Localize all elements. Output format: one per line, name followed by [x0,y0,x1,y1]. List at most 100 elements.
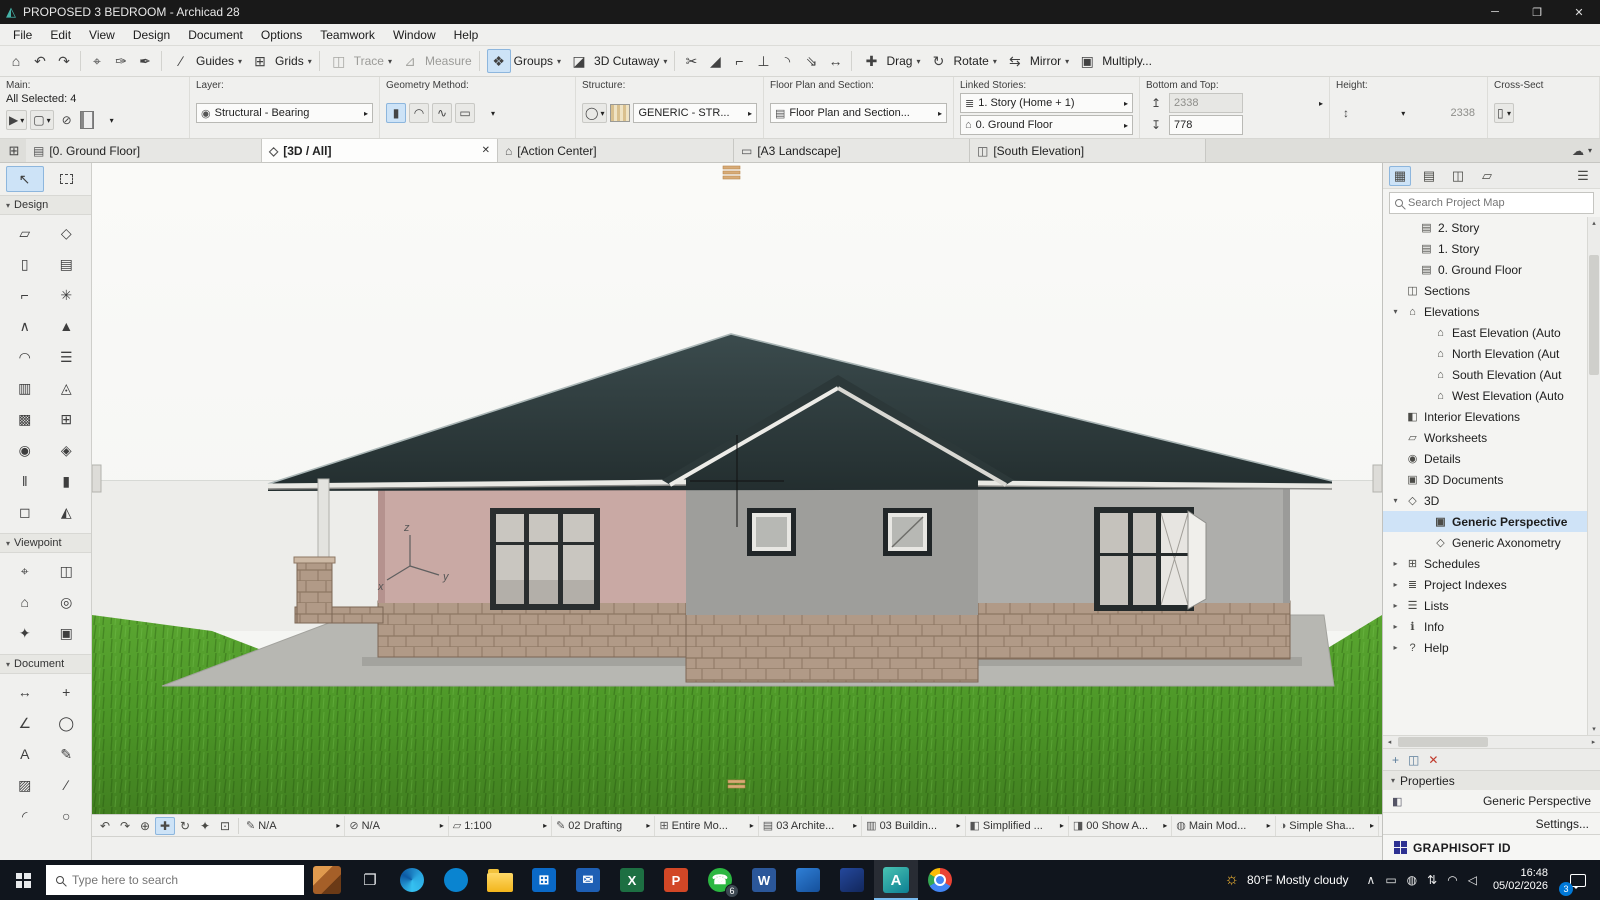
arc-tool[interactable]: ◜ [6,803,44,829]
menu-design[interactable]: Design [124,24,179,45]
quad-view-icon[interactable]: ⊞ [2,139,26,162]
taskbar-clock[interactable]: 16:48 05/02/2026 [1485,867,1556,893]
tree-item-south-elevation[interactable]: ⌂South Elevation (Aut [1383,364,1587,385]
cross-section-button[interactable]: ▯▾ [1494,103,1514,123]
menu-edit[interactable]: Edit [41,24,80,45]
teamwork-cloud-icon[interactable]: ☁ [1572,144,1584,158]
chevron-down-icon[interactable]: ▾ [1065,57,1069,66]
railing-tool[interactable]: ‖ [6,468,44,494]
weather-widget[interactable]: ☼ 80°F Mostly cloudy [1214,871,1358,889]
roof-tool[interactable]: ∧ [6,313,44,339]
grids-button[interactable]: ⊞ Grids ▾ [245,49,315,73]
tree-item-north-elevation[interactable]: ⌂North Elevation (Aut [1383,343,1587,364]
scrollbar-thumb[interactable] [1589,255,1599,375]
beam-tool[interactable]: ⌐ [6,282,44,308]
chevron-down-icon[interactable]: ▾ [388,57,392,66]
curtain-wall-tool[interactable]: ▥ [6,375,44,401]
shell-tool[interactable]: ◠ [6,344,44,370]
skylight-tool[interactable]: ◈ [47,437,85,463]
tree-item-elevations[interactable]: ▾⌂Elevations [1383,301,1587,322]
intersect-icon[interactable]: ⊥ [751,49,775,73]
layout-book-icon[interactable]: ◫ [1447,166,1469,186]
tree-item-east-elevation[interactable]: ⌂East Elevation (Auto [1383,322,1587,343]
tray-chevron-icon[interactable]: ∧ [1367,873,1376,887]
right-edge-handle[interactable] [1373,465,1382,492]
fill-tool[interactable]: ▨ [6,772,44,798]
tab-3d-all[interactable]: ◇ [3D / All] ✕ [262,139,498,162]
opening-tool[interactable]: ◻ [6,499,44,525]
orientation-selector[interactable]: ⊘ N/A ▸ [345,816,448,836]
add-viewpoint-icon[interactable]: + [1392,753,1399,767]
marquee-tool[interactable] [48,166,86,192]
tree-item-info[interactable]: ▸ℹInfo [1383,616,1587,637]
inject-parameters-icon[interactable]: ✒ [133,49,157,73]
resize-icon[interactable]: ⇘ [799,49,823,73]
zoom-level-selector[interactable]: ✎ N/A ▸ [242,816,345,836]
chevron-down-icon[interactable]: ▾ [663,57,667,66]
pinned-app-icon-2[interactable] [830,860,874,900]
top-cutaway-grip[interactable] [723,166,740,179]
column-tool[interactable]: ▮ [47,468,85,494]
project-home-icon[interactable]: ⌂ [4,49,28,73]
dimension-tool[interactable]: ↔ [6,679,44,705]
archicad-taskbar-icon[interactable]: A [874,860,918,900]
no-favorite-icon[interactable]: ⊘ [57,110,77,130]
fill-preview-icon[interactable] [610,104,630,122]
mail-icon[interactable]: ✉ [566,860,610,900]
maximize-button[interactable]: ❐ [1516,0,1558,24]
chevron-down-icon[interactable]: ▾ [557,57,561,66]
redo-icon[interactable]: ↷ [52,49,76,73]
menu-options[interactable]: Options [252,24,311,45]
tree-item-west-elevation[interactable]: ⌂West Elevation (Auto [1383,385,1587,406]
volume-icon[interactable]: ◁ [1468,873,1477,887]
tree-item-worksheets[interactable]: ▱Worksheets [1383,427,1587,448]
multiply-button[interactable]: ▣ Multiply... [1072,49,1155,73]
tree-item-sections[interactable]: ◫Sections [1383,280,1587,301]
chevron-right-icon[interactable]: ▸ [1390,559,1401,568]
left-edge-handle[interactable] [92,465,101,492]
marquee-settings-button[interactable]: ▢▾ [30,110,53,130]
slab-tool[interactable]: ▱ [6,220,44,246]
clone-folder-icon[interactable]: ◫ [1408,753,1419,767]
grid-tool[interactable]: ⊞ [47,406,85,432]
action-center-button[interactable]: 3 [1556,860,1600,900]
truss-tool[interactable]: ◭ [47,499,85,525]
pan-icon[interactable]: ✚ [155,817,175,835]
walkthrough-tool[interactable]: ✦ [6,620,44,646]
scroll-up-icon[interactable]: ▴ [1592,217,1596,229]
chevron-right-icon[interactable]: ▸ [1390,643,1401,652]
geometry-curved-button[interactable]: ◠ [409,103,429,123]
interior-elevation-tool[interactable]: ⌂ [6,589,44,615]
trim-icon[interactable]: ◢ [703,49,727,73]
find-and-select-icon[interactable]: ⌖ [85,49,109,73]
guides-button[interactable]: ∕ Guides ▾ [166,49,245,73]
pick-up-parameters-icon[interactable]: ✑ [109,49,133,73]
radial-dimension-tool[interactable]: ◯ [47,710,85,736]
tree-horizontal-scrollbar[interactable]: ◂ ▸ [1383,735,1600,748]
mirror-button[interactable]: ⇆ Mirror ▾ [1000,49,1072,73]
measure-button[interactable]: ⊿ Measure [395,49,475,73]
undo-icon[interactable]: ↶ [28,49,52,73]
zoom-in-icon[interactable]: ⊕ [135,817,155,835]
navigator-menu-icon[interactable]: ☰ [1572,166,1594,186]
stretch-icon[interactable]: ↔ [823,49,847,73]
height-options-arrow[interactable]: ▾ [1401,109,1405,118]
delete-icon[interactable]: ✕ [1428,753,1438,767]
tree-item-ground-floor[interactable]: ▤0. Ground Floor [1383,259,1587,280]
groups-button[interactable]: ❖ Groups ▾ [484,49,564,73]
scale-selector[interactable]: ▱ 1:100 ▸ [449,816,552,836]
structure-display-selector[interactable]: ⊞ Entire Mo... ▸ [655,816,758,836]
tree-item-generic-perspective[interactable]: ▣Generic Perspective [1383,511,1587,532]
arrow-tool[interactable]: ↖ [6,166,44,192]
properties-header[interactable]: ▾ Properties [1383,770,1600,790]
tab-action-center[interactable]: ⌂ [Action Center] [498,139,734,162]
layer-combination-selector[interactable]: ▤ 03 Archite... ▸ [759,816,862,836]
tree-item-schedules[interactable]: ▸⊞Schedules [1383,553,1587,574]
scroll-down-icon[interactable]: ▾ [1592,723,1596,735]
elevation-options-arrow[interactable]: ▸ [1319,99,1323,108]
search-input[interactable] [1408,197,1588,209]
adjust-icon[interactable]: ⌐ [727,49,751,73]
tab-ground-floor[interactable]: ▤ [0. Ground Floor] [26,139,262,162]
taskbar-search[interactable] [46,865,304,895]
tree-item-help[interactable]: ▸?Help [1383,637,1587,658]
